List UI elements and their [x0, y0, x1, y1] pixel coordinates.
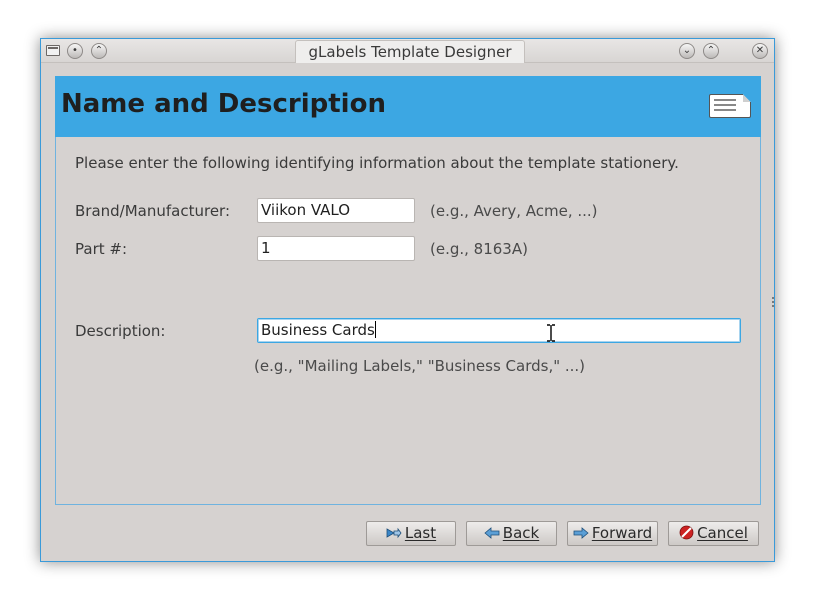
last-button-label: Last: [404, 524, 437, 542]
keep-above-icon[interactable]: ⌃: [91, 43, 107, 59]
keep-on-all-desktops-icon[interactable]: •: [67, 43, 83, 59]
dialog-window: • ⌃ gLabels Template Designer ⌄ ⌃ ✕ Name…: [40, 38, 775, 562]
last-button[interactable]: Last: [366, 521, 456, 546]
part-hint: (e.g., 8163A): [430, 240, 528, 258]
brand-label: Brand/Manufacturer:: [75, 202, 231, 220]
back-button[interactable]: Back: [466, 521, 557, 546]
part-field[interactable]: 1: [257, 236, 415, 261]
form-panel: Please enter the following identifying i…: [55, 137, 761, 505]
cancel-icon: [679, 525, 694, 540]
forward-arrow-icon: [573, 527, 589, 539]
label-sheet-icon: [709, 94, 751, 118]
intro-text: Please enter the following identifying i…: [75, 154, 679, 172]
cancel-button[interactable]: Cancel: [668, 521, 759, 546]
window-title: gLabels Template Designer: [295, 40, 525, 63]
brand-hint: (e.g., Avery, Acme, ...): [430, 202, 598, 220]
window-menu-icon[interactable]: [46, 45, 60, 56]
description-hint: (e.g., "Mailing Labels," "Business Cards…: [254, 357, 586, 375]
text-caret: [374, 321, 376, 338]
resize-grip[interactable]: [772, 297, 774, 307]
back-arrow-icon: [484, 527, 500, 539]
description-field[interactable]: Business Cards: [257, 318, 741, 343]
page-title: Name and Description: [61, 89, 386, 119]
close-icon[interactable]: ✕: [752, 43, 768, 59]
forward-button[interactable]: Forward: [567, 521, 658, 546]
last-arrow-icon: [386, 527, 402, 539]
brand-field[interactable]: Viikon VALO: [257, 198, 415, 223]
description-value: Business Cards: [261, 321, 375, 339]
maximize-icon[interactable]: ⌃: [703, 43, 719, 59]
back-button-label: Back: [502, 524, 540, 542]
text-cursor-icon: [547, 324, 555, 342]
page-header: Name and Description: [55, 76, 761, 137]
forward-button-label: Forward: [591, 524, 653, 542]
title-bar[interactable]: • ⌃ gLabels Template Designer ⌄ ⌃ ✕: [41, 39, 774, 63]
minimize-icon[interactable]: ⌄: [679, 43, 695, 59]
cancel-button-label: Cancel: [697, 524, 748, 542]
description-label: Description:: [75, 322, 166, 340]
part-label: Part #:: [75, 240, 128, 258]
